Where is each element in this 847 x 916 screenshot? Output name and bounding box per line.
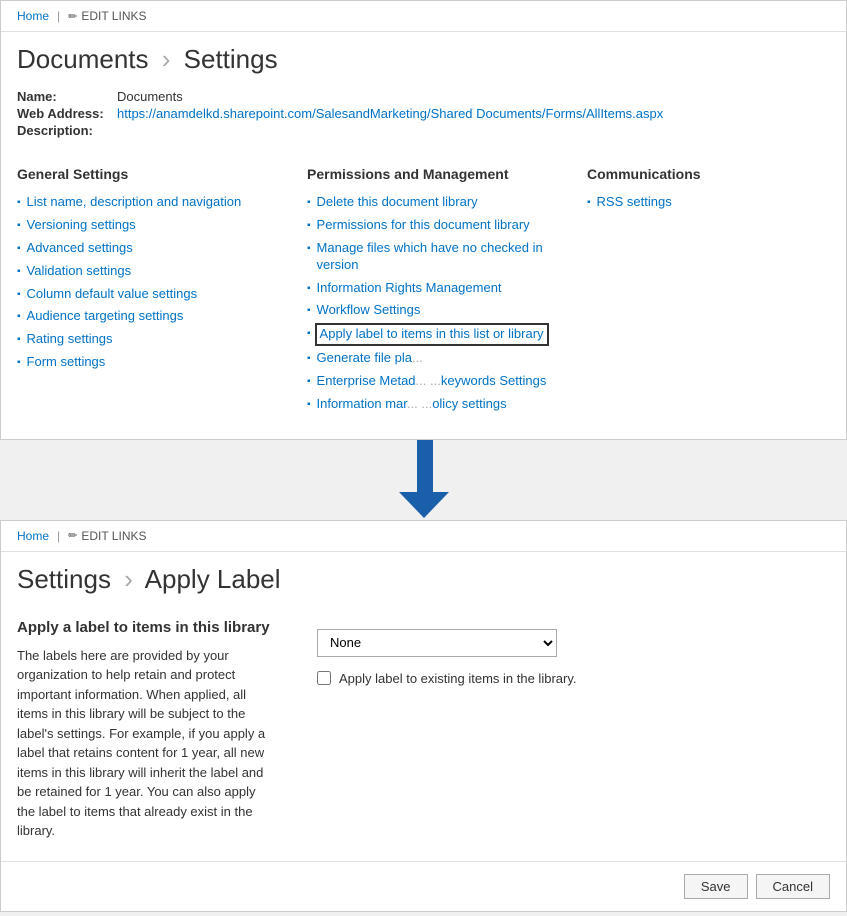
list-item: Information Rights Management bbox=[307, 280, 587, 297]
apply-label-list-item: Apply label to items in this list or lib… bbox=[307, 325, 587, 344]
bottom-home-breadcrumb[interactable]: Home bbox=[17, 529, 49, 543]
page-title: Documents › Settings bbox=[1, 32, 846, 79]
page-title-main: Documents bbox=[17, 44, 149, 74]
bottom-pencil-icon: ✏ bbox=[68, 529, 77, 542]
list-item: Information mar... ...olicy settings bbox=[307, 396, 587, 413]
permissions-col: Permissions and Management Delete this d… bbox=[307, 166, 587, 419]
description-label: Description: bbox=[17, 123, 117, 138]
bottom-edit-links[interactable]: ✏ EDIT LINKS bbox=[68, 529, 146, 543]
list-item: RSS settings bbox=[587, 194, 787, 211]
versioning-link[interactable]: Versioning settings bbox=[27, 217, 136, 234]
rating-link[interactable]: Rating settings bbox=[27, 331, 113, 348]
down-arrow-svg bbox=[384, 440, 464, 520]
list-item: Workflow Settings bbox=[307, 302, 587, 319]
irm-link[interactable]: Information Rights Management bbox=[317, 280, 502, 297]
general-settings-heading: General Settings bbox=[17, 166, 307, 182]
communications-heading: Communications bbox=[587, 166, 787, 182]
bottom-page-title-suffix: Apply Label bbox=[145, 564, 281, 594]
bottom-edit-links-label: EDIT LINKS bbox=[81, 529, 146, 543]
apply-label-content: Apply a label to items in this library T… bbox=[1, 599, 846, 861]
bottom-title-arrow: › bbox=[124, 564, 133, 594]
bottom-page-title: Settings › Apply Label bbox=[1, 552, 846, 599]
column-default-link[interactable]: Column default value settings bbox=[27, 286, 198, 303]
form-link[interactable]: Form settings bbox=[27, 354, 106, 371]
list-item: Versioning settings bbox=[17, 217, 307, 234]
home-breadcrumb[interactable]: Home bbox=[17, 9, 49, 23]
bottom-separator: | bbox=[57, 529, 60, 543]
list-item: Permissions for this document library bbox=[307, 217, 587, 234]
web-address-value: https://anamdelkd.sharepoint.com/Salesan… bbox=[117, 106, 663, 121]
enterprise-meta-link[interactable]: Enterprise Metad... ...keywords Settings bbox=[317, 373, 547, 390]
list-info-web-row: Web Address: https://anamdelkd.sharepoin… bbox=[17, 106, 830, 121]
title-arrow: › bbox=[162, 44, 171, 74]
list-item: Manage files which have no checked in ve… bbox=[307, 240, 587, 274]
workflow-link[interactable]: Workflow Settings bbox=[317, 302, 421, 319]
breadcrumb-bar: Home | ✏ EDIT LINKS bbox=[1, 1, 846, 32]
cancel-button[interactable]: Cancel bbox=[756, 874, 830, 899]
label-dropdown-wrapper: None bbox=[317, 629, 830, 657]
down-arrow-section bbox=[0, 440, 847, 520]
permissions-list: Delete this document library Permissions… bbox=[307, 194, 587, 413]
save-button[interactable]: Save bbox=[684, 874, 748, 899]
pencil-icon: ✏ bbox=[68, 10, 77, 23]
delete-library-link[interactable]: Delete this document library bbox=[317, 194, 478, 211]
generate-file-link[interactable]: Generate file pla... bbox=[317, 350, 423, 367]
top-panel: Home | ✏ EDIT LINKS Documents › Settings… bbox=[0, 0, 847, 440]
label-dropdown[interactable]: None bbox=[317, 629, 557, 657]
bottom-breadcrumb-bar: Home | ✏ EDIT LINKS bbox=[1, 521, 846, 552]
list-item: Column default value settings bbox=[17, 286, 307, 303]
communications-list: RSS settings bbox=[587, 194, 787, 211]
apply-existing-checkbox[interactable] bbox=[317, 671, 331, 685]
general-settings-list: List name, description and navigation Ve… bbox=[17, 194, 307, 371]
list-item: Audience targeting settings bbox=[17, 308, 307, 325]
edit-links-label: EDIT LINKS bbox=[81, 9, 146, 23]
advanced-link[interactable]: Advanced settings bbox=[27, 240, 133, 257]
manage-files-link[interactable]: Manage files which have no checked in ve… bbox=[317, 240, 587, 274]
apply-label-heading: Apply a label to items in this library bbox=[17, 619, 277, 636]
list-info-name-row: Name: Documents bbox=[17, 89, 830, 104]
communications-col: Communications RSS settings bbox=[587, 166, 787, 419]
rss-link[interactable]: RSS settings bbox=[597, 194, 672, 211]
list-item: Validation settings bbox=[17, 263, 307, 280]
list-item: Enterprise Metad... ...keywords Settings bbox=[307, 373, 587, 390]
list-name-link[interactable]: List name, description and navigation bbox=[27, 194, 242, 211]
general-settings-col: General Settings List name, description … bbox=[17, 166, 307, 419]
list-info-desc-row: Description: bbox=[17, 123, 830, 138]
permissions-heading: Permissions and Management bbox=[307, 166, 587, 182]
apply-label-right: None Apply label to existing items in th… bbox=[317, 619, 830, 841]
info-management-link[interactable]: Information mar... ...olicy settings bbox=[317, 396, 507, 413]
web-address-label: Web Address: bbox=[17, 106, 117, 121]
list-item: List name, description and navigation bbox=[17, 194, 307, 211]
list-info: Name: Documents Web Address: https://ana… bbox=[1, 79, 846, 150]
audience-link[interactable]: Audience targeting settings bbox=[27, 308, 184, 325]
list-item: Delete this document library bbox=[307, 194, 587, 211]
list-item: Generate file pla... bbox=[307, 350, 587, 367]
apply-existing-label[interactable]: Apply label to existing items in the lib… bbox=[339, 671, 576, 686]
permissions-library-link[interactable]: Permissions for this document library bbox=[317, 217, 530, 234]
separator: | bbox=[57, 9, 60, 23]
page-title-suffix: Settings bbox=[184, 44, 278, 74]
existing-items-checkbox-row: Apply label to existing items in the lib… bbox=[317, 671, 830, 686]
name-value: Documents bbox=[117, 89, 183, 104]
bottom-page-title-main: Settings bbox=[17, 564, 111, 594]
list-item: Rating settings bbox=[17, 331, 307, 348]
validation-link[interactable]: Validation settings bbox=[27, 263, 132, 280]
list-item: Form settings bbox=[17, 354, 307, 371]
web-address-link[interactable]: https://anamdelkd.sharepoint.com/Salesan… bbox=[117, 106, 663, 121]
bottom-panel: Home | ✏ EDIT LINKS Settings › Apply Lab… bbox=[0, 520, 847, 912]
apply-label-description: The labels here are provided by your org… bbox=[17, 646, 277, 841]
name-label: Name: bbox=[17, 89, 117, 104]
list-item: Advanced settings bbox=[17, 240, 307, 257]
settings-grid: General Settings List name, description … bbox=[1, 150, 846, 439]
bottom-action-bar: Save Cancel bbox=[1, 861, 846, 911]
edit-links[interactable]: ✏ EDIT LINKS bbox=[68, 9, 146, 23]
apply-label-link[interactable]: Apply label to items in this list or lib… bbox=[317, 325, 547, 344]
apply-label-left: Apply a label to items in this library T… bbox=[17, 619, 277, 841]
